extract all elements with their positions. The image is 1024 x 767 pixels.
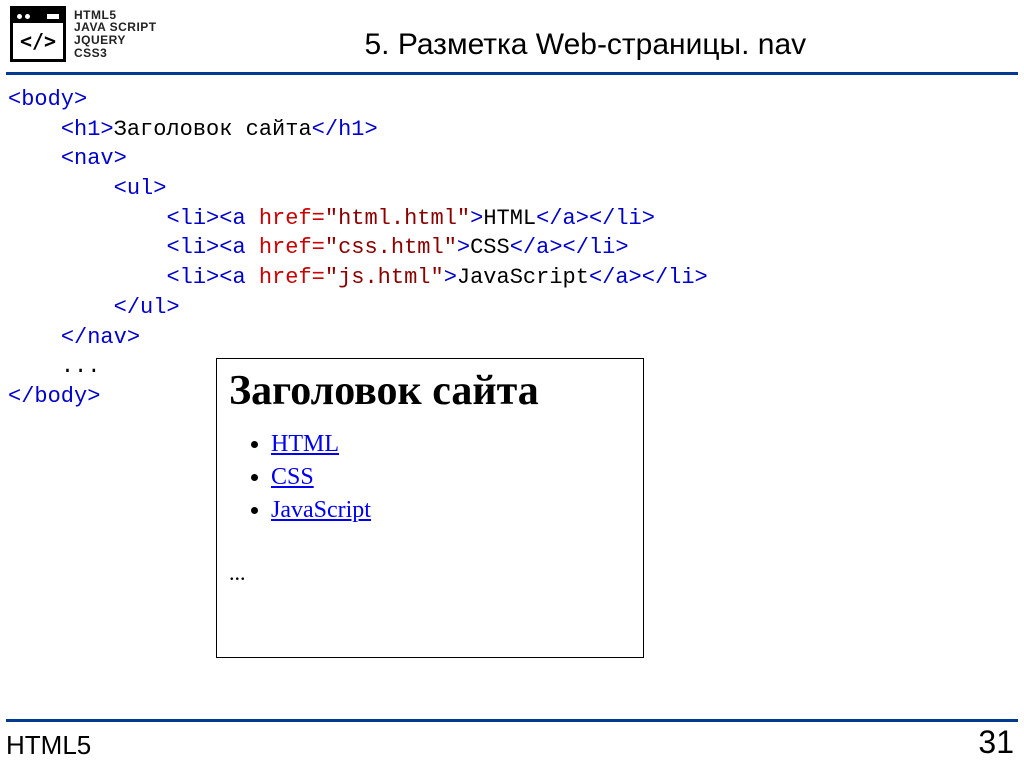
list-item: JavaScript [271,497,631,524]
slide-title: 5. Разметка Web-страницы. nav [157,6,1014,62]
preview-link-html[interactable]: HTML [271,431,339,457]
render-preview: Заголовок сайта HTML CSS JavaScript ... [216,358,644,658]
footer-label: HTML5 [6,730,91,761]
titlebar-icon [13,9,63,23]
tech-stack-label: HTML5 JAVA SCRIPT JQUERY CSS3 [74,9,157,59]
list-item: HTML [271,431,631,458]
divider-bottom [6,719,1018,722]
preview-heading: Заголовок сайта [229,367,631,415]
slide: </> HTML5 JAVA SCRIPT JQUERY CSS3 5. Раз… [0,0,1024,767]
list-item: CSS [271,464,631,491]
logo-block: </> HTML5 JAVA SCRIPT JQUERY CSS3 [10,6,157,62]
slide-footer: HTML5 31 [0,719,1024,767]
slide-number: 31 [978,724,1014,761]
preview-ellipsis: ... [229,560,631,586]
preview-link-js[interactable]: JavaScript [271,497,371,523]
stack-line: JQUERY [74,34,157,47]
slide-header: </> HTML5 JAVA SCRIPT JQUERY CSS3 5. Раз… [0,0,1024,72]
code-logo-icon: </> [10,6,66,62]
preview-list: HTML CSS JavaScript [247,431,631,524]
preview-link-css[interactable]: CSS [271,464,314,490]
logo-glyph: </> [13,23,63,59]
stack-line: CSS3 [74,47,157,60]
